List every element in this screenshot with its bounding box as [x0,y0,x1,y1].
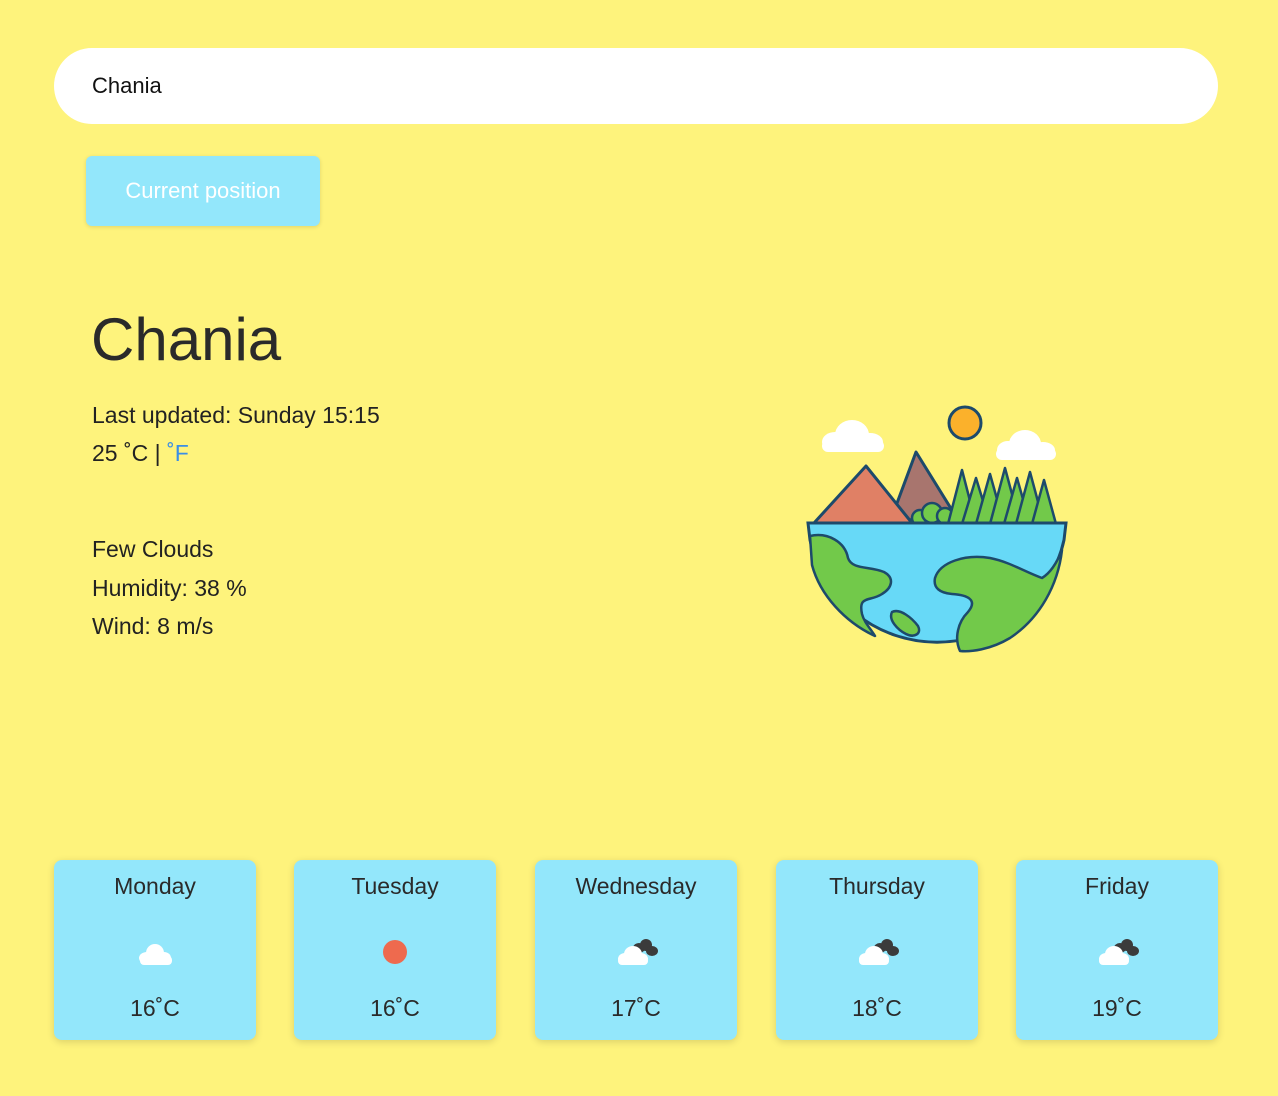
sun-icon [294,936,496,970]
forecast-card: Thursday 18˚C [776,860,978,1040]
unit-separator: | [154,440,161,466]
current-details: Last updated: Sunday 15:15 25 ˚C | ˚F [92,396,380,472]
forecast-temperature: 17˚C [611,995,661,1021]
earth-landscape-illustration [800,400,1075,660]
broken-clouds-icon [1016,936,1218,970]
broken-clouds-icon [535,936,737,970]
current-position-button[interactable]: Current position [86,156,320,226]
city-name: Chania [91,306,282,373]
forecast-day: Monday [114,873,196,899]
last-updated: Last updated: Sunday 15:15 [92,402,380,428]
temperature-line: 25 ˚C | ˚F [92,434,380,472]
forecast-day: Friday [1085,873,1149,899]
forecast-day: Tuesday [351,873,439,899]
city-search-input[interactable] [92,73,1218,99]
forecast-temperature: 16˚C [370,995,420,1021]
forecast-card: Wednesday 17˚C [535,860,737,1040]
forecast-day: Wednesday [575,873,697,899]
forecast-temperature: 18˚C [852,995,902,1021]
cloud-icon [54,936,256,970]
wind: Wind: 8 m/s [92,613,214,639]
humidity: Humidity: 38 % [92,574,247,601]
weather-description: Few Clouds [92,536,214,562]
broken-clouds-icon [776,936,978,970]
forecast-card: Tuesday 16˚C [294,860,496,1040]
forecast-temperature: 19˚C [1092,995,1142,1021]
forecast-card: Monday 16˚C [54,860,256,1040]
current-conditions: Few Clouds Humidity: 38 % Wind: 8 m/s [92,530,247,646]
forecast-day: Thursday [829,873,925,899]
celsius-unit: ˚C [123,440,149,466]
forecast-row: Monday 16˚C Tuesday 16˚C Wednesday 17˚C … [54,860,1218,1040]
search-bar[interactable] [54,48,1218,124]
forecast-card: Friday 19˚C [1016,860,1218,1040]
current-temperature: 25 [92,440,118,466]
forecast-temperature: 16˚C [130,995,180,1021]
fahrenheit-link[interactable]: ˚F [167,440,189,466]
